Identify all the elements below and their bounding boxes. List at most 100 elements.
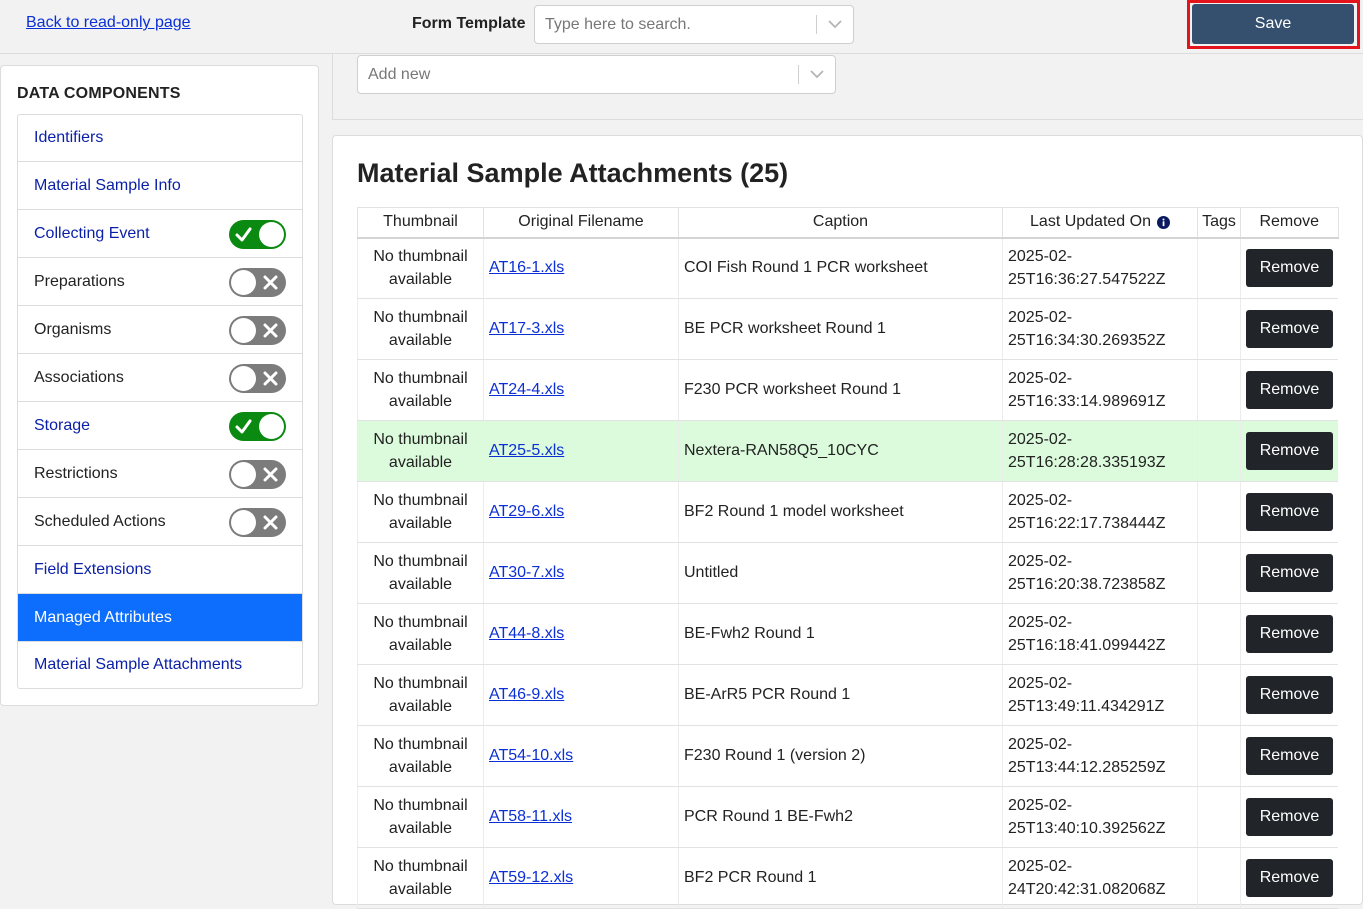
remove-cell: Remove [1240,420,1338,482]
filename-link[interactable]: AT16-1.xls [489,259,564,276]
remove-button[interactable]: Remove [1246,737,1333,775]
sidebar-item-storage[interactable]: Storage [18,402,302,450]
sidebar-item-collecting-event[interactable]: Collecting Event [18,210,302,258]
remove-button[interactable]: Remove [1246,676,1333,714]
x-icon [263,515,278,530]
sidebar-item-managed-attributes[interactable]: Managed Attributes [18,594,302,642]
last-updated-line2: 25T13:40:10.392562Z [1008,820,1166,837]
remove-button[interactable]: Remove [1246,615,1333,653]
filename-cell: AT17-3.xls [483,298,679,360]
last-updated-line2: 25T13:49:11.434291Z [1008,698,1165,715]
last-updated-cell: 2025-02- 25T16:18:41.099442Z [1002,603,1198,665]
caption-cell: BF2 PCR Round 1 [678,847,1003,909]
filename-link[interactable]: AT30-7.xls [489,564,564,581]
save-button[interactable]: Save [1192,4,1354,44]
sidebar-item-organisms[interactable]: Organisms [18,306,302,354]
remove-cell: Remove [1240,603,1338,665]
thumbnail-text-line1: No thumbnail [373,797,468,814]
table-row: No thumbnail available AT17-3.xls BE PCR wo… [357,298,1338,360]
add-new-select[interactable]: Add new [357,55,836,94]
last-updated-line2: 25T16:28:28.335193Z [1008,454,1166,471]
remove-button[interactable]: Remove [1246,554,1333,592]
remove-button[interactable]: Remove [1246,371,1333,409]
sidebar-item-restrictions[interactable]: Restrictions [18,450,302,498]
column-header-tags[interactable]: Tags [1197,207,1241,239]
toggle-switch[interactable] [229,508,286,537]
sidebar-item-material-sample-attachments[interactable]: Material Sample Attachments [18,642,302,688]
remove-cell: Remove [1240,481,1338,543]
filename-link[interactable]: AT44-8.xls [489,625,564,642]
tags-cell [1197,664,1241,726]
tags-cell [1197,603,1241,665]
remove-cell: Remove [1240,725,1338,787]
last-updated-line1: 2025-02- [1008,858,1073,875]
x-icon [263,323,278,338]
form-template-label: Form Template [412,15,526,32]
last-updated-line2: 25T16:22:17.738444Z [1008,515,1166,532]
last-updated-line1: 2025-02- [1008,492,1073,509]
caption-cell: COI Fish Round 1 PCR worksheet [678,237,1003,299]
thumbnail-text-line1: No thumbnail [373,370,468,387]
filename-link[interactable]: AT17-3.xls [489,320,564,337]
x-icon [263,371,278,386]
sidebar-item-preparations[interactable]: Preparations [18,258,302,306]
thumbnail-cell: No thumbnail available [357,664,484,726]
toggle-switch[interactable] [229,460,286,489]
thumbnail-text-line1: No thumbnail [373,736,468,753]
last-updated-line2: 25T16:18:41.099442Z [1008,637,1166,654]
remove-button[interactable]: Remove [1246,493,1333,531]
filename-link[interactable]: AT54-10.xls [489,747,573,764]
column-header-caption[interactable]: Caption [678,207,1003,239]
table-row: No thumbnail available AT59-12.xls BF2 PCR … [357,847,1338,909]
table-row: No thumbnail available AT30-7.xls Untitled 2… [357,542,1338,604]
last-updated-line2: 25T16:36:27.547522Z [1008,271,1166,289]
sidebar-item-field-extensions[interactable]: Field Extensions [18,546,302,594]
toggle-switch[interactable] [229,364,286,393]
filename-link[interactable]: AT25-5.xls [489,442,564,459]
thumbnail-cell: No thumbnail available [357,542,484,604]
sidebar-item-material-sample-info[interactable]: Material Sample Info [18,162,302,210]
sidebar-item-scheduled-actions[interactable]: Scheduled Actions [18,498,302,546]
chevron-down-icon[interactable] [807,65,827,85]
remove-cell: Remove [1240,237,1338,299]
last-updated-line2: 25T16:34:30.269352Z [1008,332,1166,349]
table-row: No thumbnail available AT25-5.xls Nextera-R… [357,420,1338,482]
filename-cell: AT24-4.xls [483,359,679,421]
remove-button[interactable]: Remove [1246,859,1333,897]
select-separator [798,65,799,84]
sidebar-item-associations[interactable]: Associations [18,354,302,402]
sidebar-item-identifiers[interactable]: Identifiers [18,115,302,162]
tags-cell [1197,298,1241,360]
column-header-thumbnail[interactable]: Thumbnail [357,207,484,239]
filename-link[interactable]: AT46-9.xls [489,686,564,703]
toggle-switch[interactable] [229,268,286,297]
remove-button[interactable]: Remove [1246,798,1333,836]
last-updated-line2: 25T16:33:14.989691Z [1008,393,1166,410]
back-to-read-only-link[interactable]: Back to read-only page [26,14,191,32]
toggle-knob [231,270,256,295]
toggle-switch[interactable] [229,316,286,345]
last-updated-line1: 2025-02- [1008,675,1073,692]
filename-link[interactable]: AT58-11.xls [489,808,572,825]
remove-cell: Remove [1240,847,1338,909]
column-header-last-updated-on[interactable]: Last Updated On [1002,207,1198,239]
last-updated-line1: 2025-02- [1008,736,1073,753]
thumbnail-text-line2: available [388,454,453,471]
check-icon [235,419,252,434]
filename-link[interactable]: AT29-6.xls [489,503,564,520]
toggle-switch[interactable] [229,412,286,441]
column-header-original-filename[interactable]: Original Filename [483,207,679,239]
info-icon[interactable] [1156,215,1170,229]
filename-link[interactable]: AT24-4.xls [489,381,564,398]
remove-button[interactable]: Remove [1246,432,1333,470]
filename-cell: AT29-6.xls [483,481,679,543]
filename-link[interactable]: AT59-12.xls [489,869,573,886]
last-updated-cell: 2025-02- 25T13:44:12.285259Z [1002,725,1198,787]
sidebar-item-label: Collecting Event [34,224,150,242]
form-template-select[interactable]: Type here to search. [534,5,854,44]
remove-button[interactable]: Remove [1246,249,1333,288]
thumbnail-text-line1: No thumbnail [373,431,468,448]
remove-button[interactable]: Remove [1246,310,1333,348]
toggle-switch[interactable] [229,220,286,249]
chevron-down-icon[interactable] [825,15,845,35]
